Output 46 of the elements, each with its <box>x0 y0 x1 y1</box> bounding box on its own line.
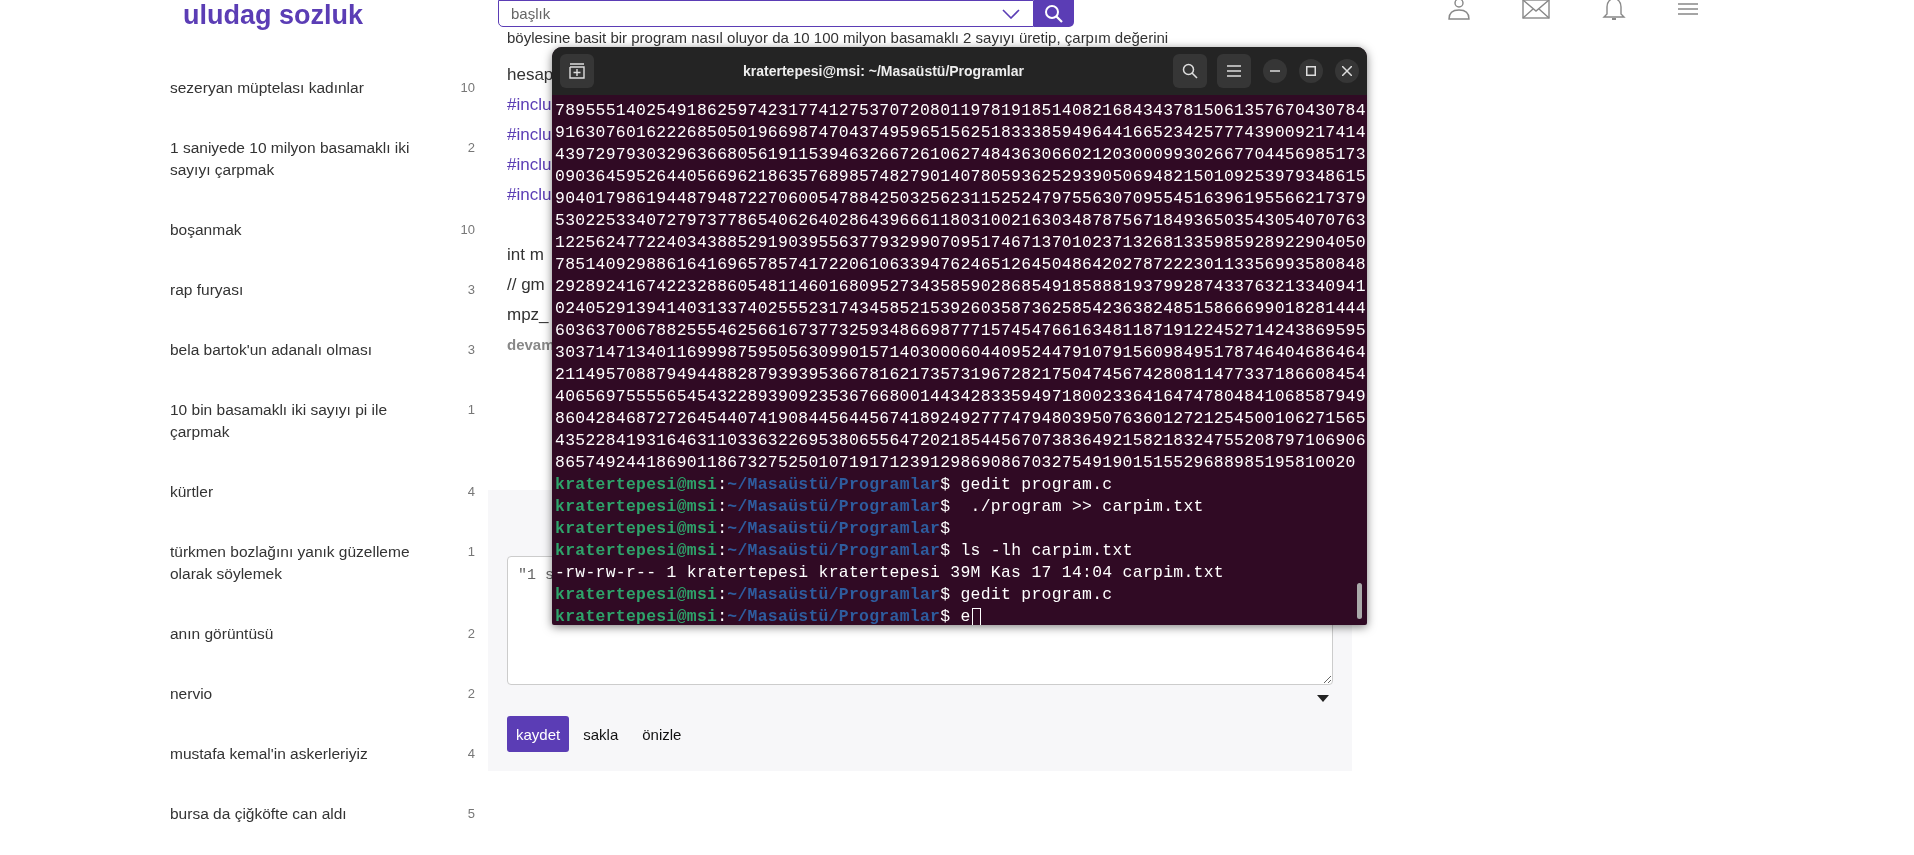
terminal-output: 21149570887949448828793939536678162173573196728217504745674280811477337186608454 <box>555 364 1366 386</box>
terminal-output: 91630760162226850501966987470437495965156251833385949644166523425777439009217414 <box>555 122 1366 144</box>
code-line: #inclu <box>507 124 552 146</box>
terminal-output: 09036459526440566962186357689857482790140780593625293905069482150109253979348615 <box>555 166 1366 188</box>
prompt-line: kratertepesi@msi:~/Masaüstü/Programlar$ ls -lh carpim.txt <box>555 540 1133 562</box>
entry-text: // gm <box>507 274 545 296</box>
prompt-line: kratertepesi@msi:~/Masaüstü/Programlar$ ./program >> carpim.txt <box>555 496 1204 518</box>
terminal-output: 60363700678825554625661673773259348669877715745476616348118719122452714243869595 <box>555 320 1366 342</box>
entry-count: 10 <box>460 221 476 239</box>
terminal-output: 12256247722403438852919039556377932990709517467137010237132681335985928922904050 <box>555 232 1366 254</box>
entry-text: int m <box>507 244 544 266</box>
entry-count: 5 <box>467 805 476 823</box>
terminal-output: 29289241674223288605481146016809527343585902868549185888193799287433763213340941 <box>555 276 1366 298</box>
terminal-output: 53022533407279737786540626402864396661180310021630348787567184936503543054070763 <box>555 210 1366 232</box>
prompt-line: kratertepesi@msi:~/Masaüstü/Programlar$ gedit program.c <box>555 584 1113 606</box>
terminal-output: 40656975555654543228939092353676680014434283359497180023364164747804841068587949 <box>555 386 1366 408</box>
entry-count: 4 <box>467 483 476 501</box>
entry-count: 2 <box>467 685 476 703</box>
terminal-output: 02405291394140313374025552317434585215392603587362585423638248515866699018281444 <box>555 298 1366 320</box>
code-line: #inclu <box>507 184 552 206</box>
terminal-output: 30371471340116999875950563099015714030006044095244791079156098495178746404686464 <box>555 342 1366 364</box>
entry-count: 10 <box>460 79 476 97</box>
entry-count: 4 <box>467 745 476 763</box>
terminal-output: 43522841931646311033632269538065564720218544567073836492158218324755208797106906 <box>555 430 1366 452</box>
terminal-output: -rw-rw-r-- 1 kratertepesi kratertepesi 39M Kas 17 14:04 carpim.txt <box>555 562 1224 584</box>
prompt-line: kratertepesi@msi:~/Masaüstü/Programlar$ <box>555 518 951 540</box>
terminal-output: 8657492441869011867327525010719171239129869086703275491901515529688985195810020 <box>555 452 1356 474</box>
terminal-output: 86042846872726454407419084456445674189249277747948039507636012721254500106271565 <box>555 408 1366 430</box>
terminal-output: 90401798619448794872270600547884250325623115252479755630709554516396195566217379 <box>555 188 1366 210</box>
window-title: kratertepesi@msi: ~/Masaüstü/Programlar <box>742 63 1025 79</box>
prompt-line: kratertepesi@msi:~/Masaüstü/Programlar$ gedit program.c <box>555 474 1113 496</box>
entry-text: mpz_ <box>507 304 549 326</box>
terminal-output: 78955514025491862597423177412753707208011978191851408216843437815061357670430784 <box>555 100 1366 122</box>
prompt-line: kratertepesi@msi:~/Masaüstü/Programlar$ e <box>555 606 981 625</box>
entry-count: 2 <box>467 625 476 643</box>
entry-count: 1 <box>467 401 476 419</box>
entry-count: 2 <box>467 139 476 157</box>
entry-count: 3 <box>467 341 476 359</box>
entry-text: böylesine basit bir program nasıl oluyor da 10 100 milyon basamaklı 2 sayıyı üretip, çarpım değerini <box>507 30 1169 47</box>
entry-count: 1 <box>467 543 476 561</box>
terminal-output: 78514092988616416965785741722061063394762465126450486420278722230113356993580848 <box>555 254 1366 276</box>
code-line: #inclu <box>507 154 552 176</box>
entry-count: 3 <box>467 281 476 299</box>
terminal-output: 43972979303296366805619115394632667261062748436306602120300099302667704456985173 <box>555 144 1366 166</box>
code-line: #inclu <box>507 94 552 116</box>
entry-text: hesap <box>507 64 554 86</box>
